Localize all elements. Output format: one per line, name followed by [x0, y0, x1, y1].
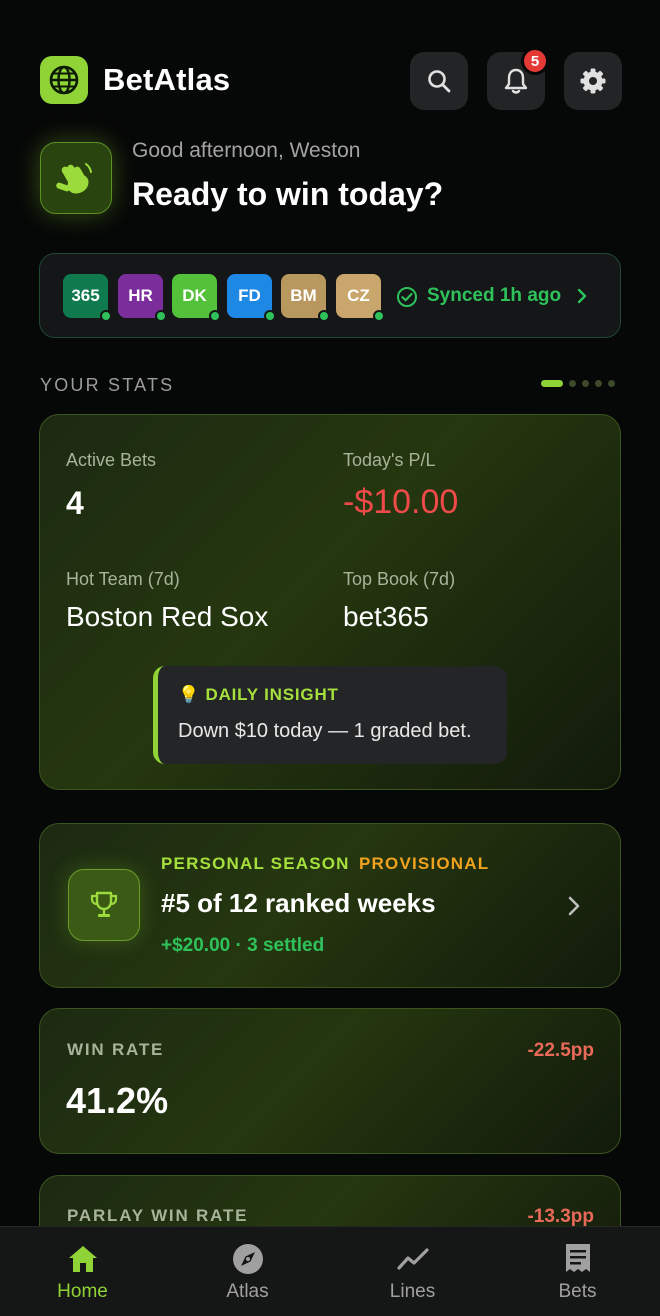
- receipt-icon: [560, 1241, 596, 1277]
- search-button[interactable]: [410, 52, 468, 110]
- season-title: #5 of 12 ranked weeks: [161, 888, 436, 918]
- insight-text: Down $10 today — 1 graded bet.: [178, 720, 472, 742]
- win-rate-label: WIN RATE: [67, 1040, 165, 1059]
- insight-title-text: DAILY INSIGHT: [205, 685, 339, 704]
- compass-icon: [230, 1241, 266, 1277]
- app-header: BetAtlas 5: [40, 47, 622, 110]
- book-badge-fanduel: FD: [227, 274, 276, 322]
- hot-team-label: Hot Team (7d): [66, 569, 180, 589]
- app-title: BetAtlas: [103, 62, 231, 97]
- season-subtitle: +$20.00 · 3 settled: [161, 935, 325, 956]
- notifications-button[interactable]: 5: [487, 47, 549, 110]
- greeting-title: Ready to win today?: [132, 176, 444, 212]
- daily-insight-card[interactable]: 💡 DAILY INSIGHT Down $10 today — 1 grade…: [153, 666, 507, 764]
- waving-hand-icon: [40, 142, 112, 214]
- pager-dot[interactable]: [595, 380, 602, 387]
- nav-label-home: Home: [57, 1281, 108, 1302]
- stats-card: Active Bets 4 Today's P/L -$10.00 Hot Te…: [39, 414, 621, 790]
- win-rate-card[interactable]: WIN RATE 41.2% -22.5pp: [39, 1008, 621, 1154]
- gear-icon: [580, 68, 606, 94]
- lightbulb-icon: 💡: [178, 685, 200, 704]
- nav-item-lines[interactable]: Lines: [330, 1227, 495, 1316]
- stats-pager[interactable]: [541, 380, 615, 387]
- check-circle-icon: [397, 287, 417, 307]
- personal-season-card[interactable]: PERSONAL SEASON PROVISIONAL #5 of 12 ran…: [39, 823, 621, 988]
- book-badge-hr: HR: [118, 274, 167, 322]
- parlay-win-rate-delta: -13.3pp: [527, 1206, 594, 1227]
- trend-line-icon: [395, 1241, 431, 1277]
- sync-status-dot: [373, 310, 385, 322]
- book-badge-caesars: CZ: [336, 274, 385, 322]
- sync-status-dot: [318, 310, 330, 322]
- stats-section-label: YOUR STATS: [40, 375, 175, 395]
- top-book-label: Top Book (7d): [343, 569, 456, 589]
- top-book-value: bet365: [343, 601, 429, 632]
- nav-item-home[interactable]: Home: [0, 1227, 165, 1316]
- chevron-right-icon: [577, 288, 587, 304]
- trophy-icon: [68, 869, 140, 941]
- sportsbook-sync-card[interactable]: 365 HR DK FD BM CZ Synced 1h ago: [39, 253, 621, 338]
- win-rate-delta: -22.5pp: [527, 1040, 594, 1061]
- sync-status-dot: [155, 310, 167, 322]
- book-badge-bet365: 365: [63, 274, 112, 322]
- nav-label-atlas: Atlas: [226, 1281, 269, 1302]
- season-label: PERSONAL SEASON: [161, 854, 350, 873]
- search-icon: [428, 70, 451, 93]
- sync-status-dot: [100, 310, 112, 322]
- globe-icon[interactable]: [40, 56, 88, 104]
- book-badge-draftkings: DK: [172, 274, 221, 322]
- parlay-win-rate-label: PARLAY WIN RATE: [67, 1206, 249, 1225]
- pager-dot[interactable]: [608, 380, 615, 387]
- home-icon: [65, 1241, 101, 1277]
- chevron-right-icon: [568, 896, 580, 916]
- nav-item-atlas[interactable]: Atlas: [165, 1227, 330, 1316]
- insight-title: 💡 DAILY INSIGHT: [178, 685, 339, 705]
- sync-status-dot: [209, 310, 221, 322]
- season-tag: PROVISIONAL: [359, 854, 490, 873]
- bottom-nav: Home Atlas Lines Bets: [0, 1226, 660, 1316]
- win-rate-value: 41.2%: [66, 1080, 169, 1121]
- active-bets-label: Active Bets: [66, 450, 157, 470]
- nav-item-bets[interactable]: Bets: [495, 1227, 660, 1316]
- pager-dot-active[interactable]: [541, 380, 563, 387]
- active-bets-value: 4: [66, 485, 84, 521]
- pl-value: -$10.00: [343, 483, 459, 521]
- book-badge-betmgm: BM: [281, 274, 330, 322]
- greeting-subtitle: Good afternoon, Weston: [132, 139, 361, 162]
- settings-button[interactable]: [564, 52, 622, 110]
- notification-badge: 5: [521, 47, 549, 75]
- sync-status-dot: [264, 310, 276, 322]
- hot-team-value: Boston Red Sox: [66, 601, 269, 632]
- sync-status: Synced 1h ago: [427, 285, 562, 306]
- pager-dot[interactable]: [569, 380, 576, 387]
- pl-label: Today's P/L: [343, 450, 436, 470]
- nav-label-bets: Bets: [558, 1281, 597, 1302]
- nav-label-lines: Lines: [389, 1281, 436, 1302]
- pager-dot[interactable]: [582, 380, 589, 387]
